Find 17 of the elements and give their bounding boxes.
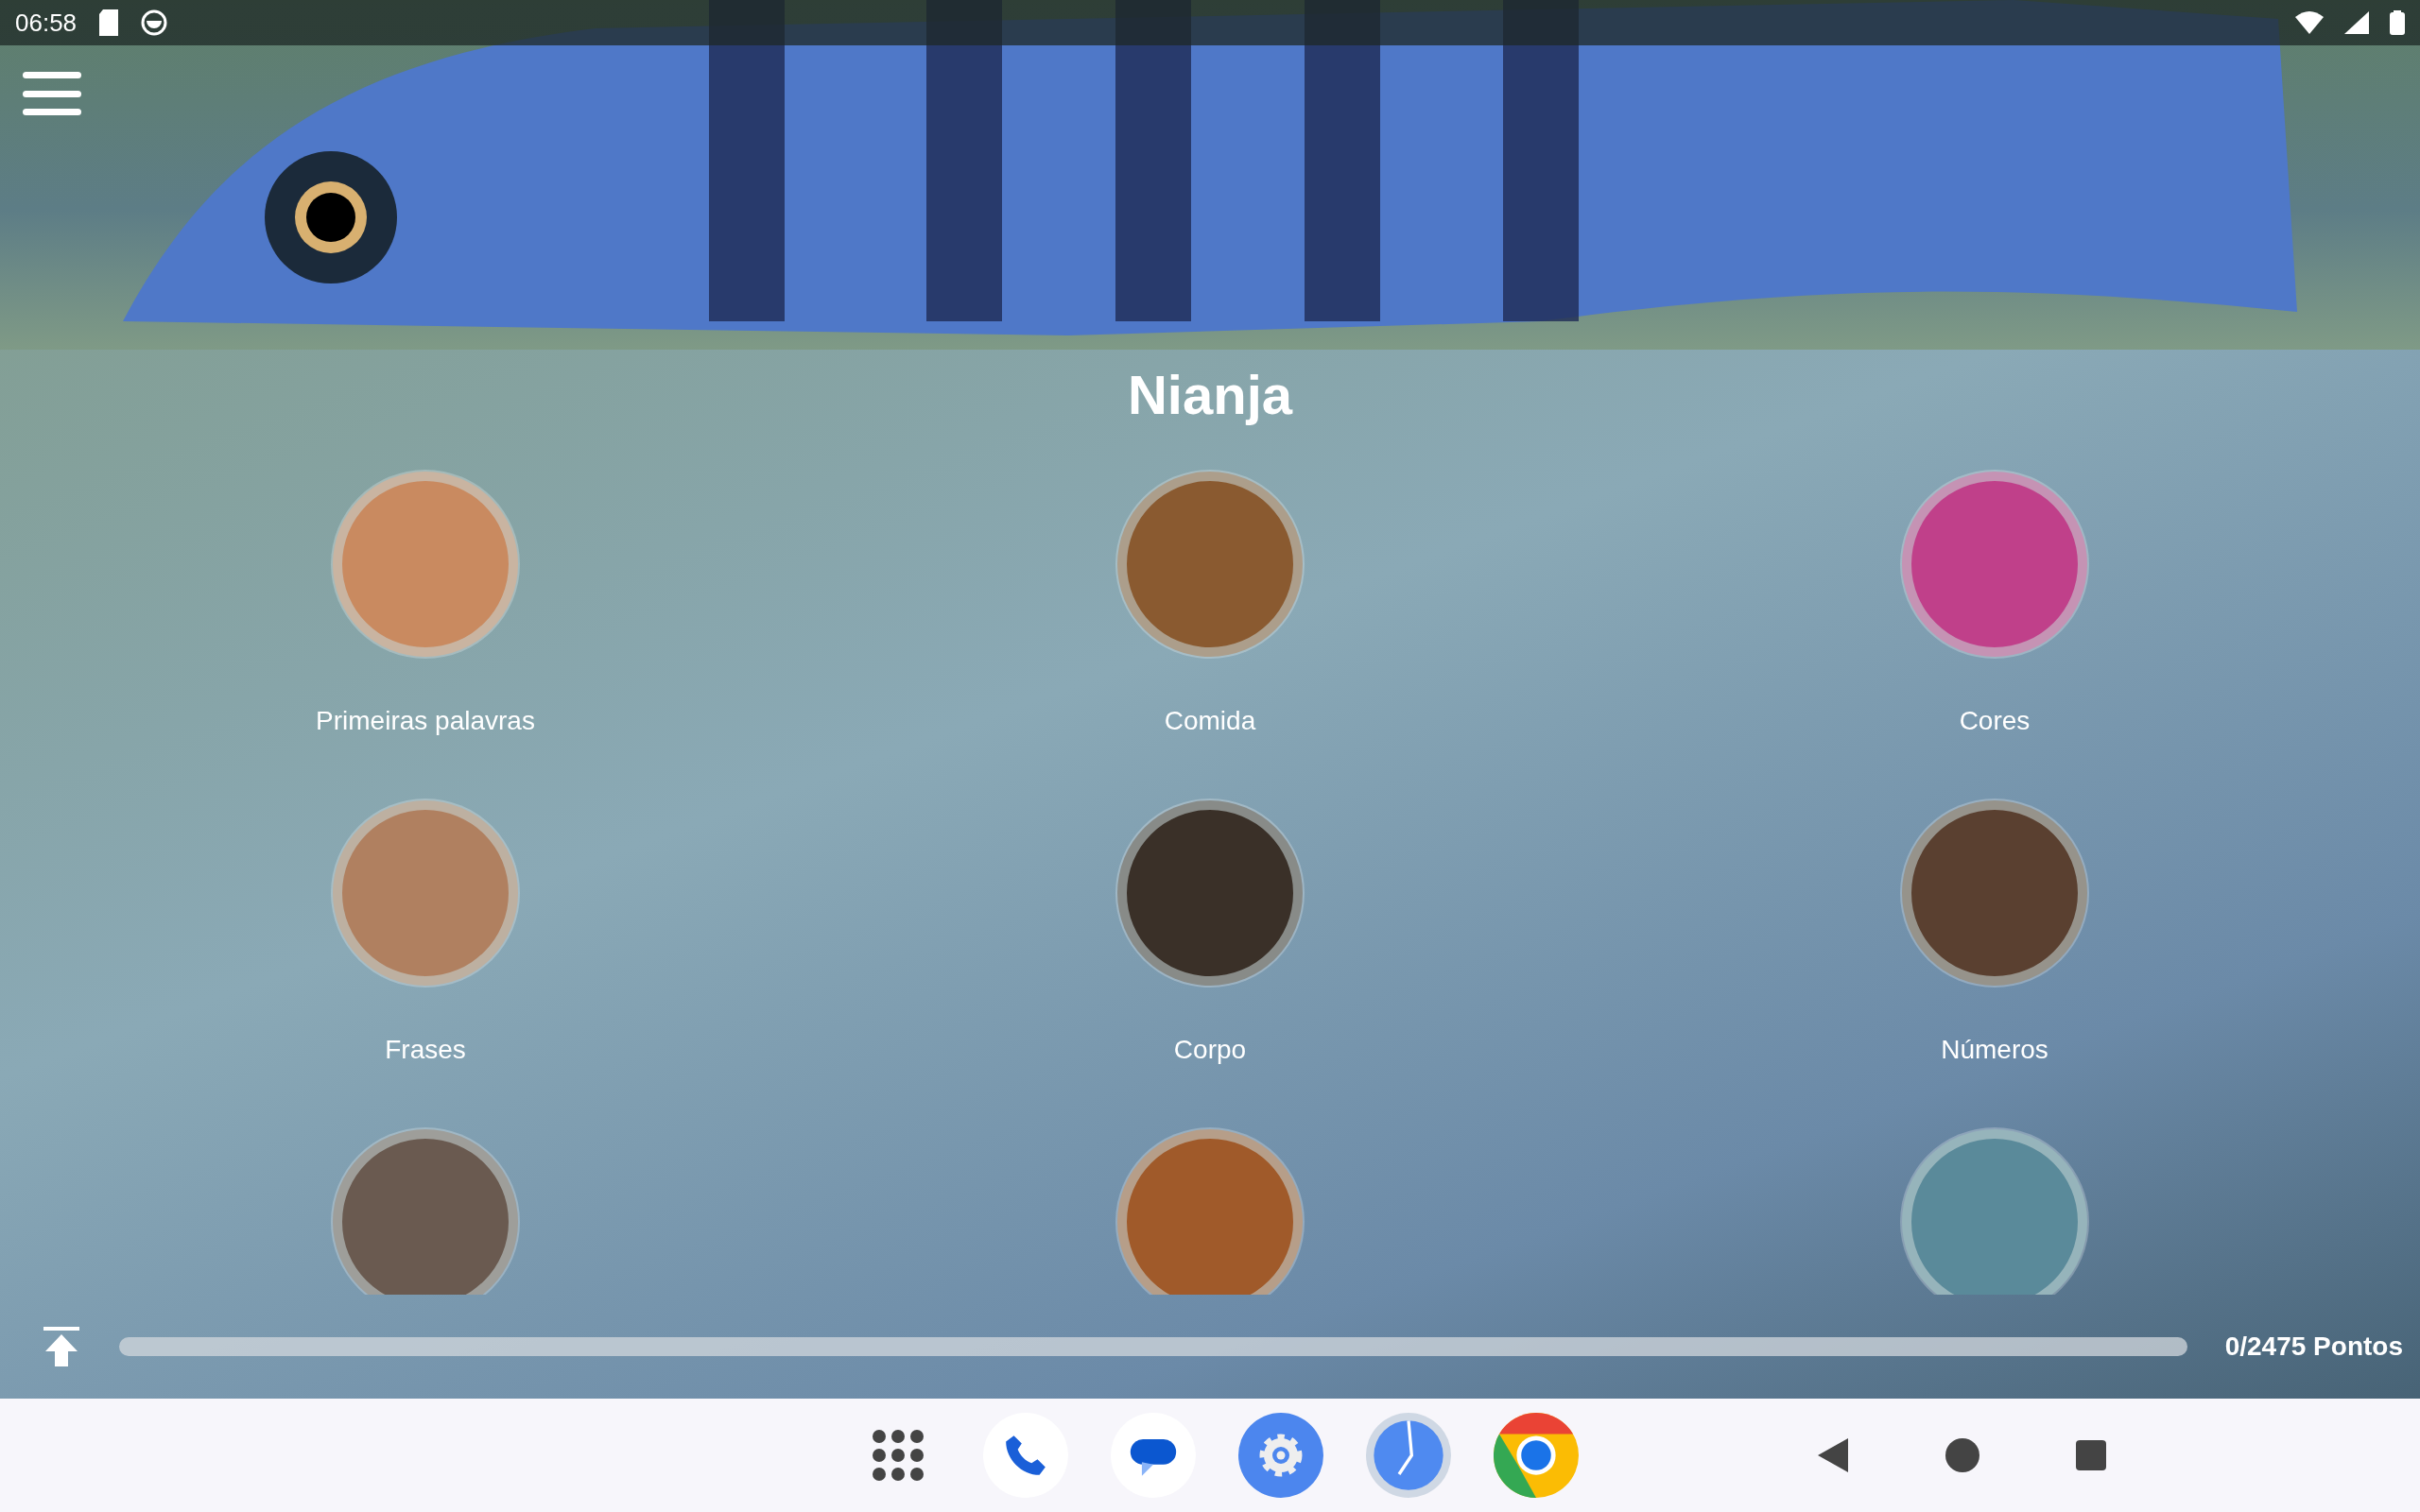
signal-icon <box>2344 11 2369 34</box>
status-time: 06:58 <box>15 8 78 38</box>
category-label: Primeiras palavras <box>316 706 535 736</box>
app-notification-icon <box>141 9 168 36</box>
category-label: Números <box>1941 1035 2048 1065</box>
menu-button[interactable] <box>23 72 81 115</box>
category-label: Frases <box>385 1035 466 1065</box>
battery-icon <box>2390 10 2405 35</box>
home-button[interactable] <box>1944 1436 1981 1474</box>
category-label: Comida <box>1164 706 1256 736</box>
wifi-icon <box>2295 11 2324 34</box>
points-counter: 0/2475 Pontos <box>2224 1332 2403 1362</box>
sd-card-icon <box>97 9 121 36</box>
category-label: Corpo <box>1173 1035 1247 1065</box>
category-label: Cores <box>1959 706 2031 736</box>
page-title: Nianja <box>1127 363 1293 426</box>
scroll-to-top-icon[interactable] <box>42 1327 81 1366</box>
